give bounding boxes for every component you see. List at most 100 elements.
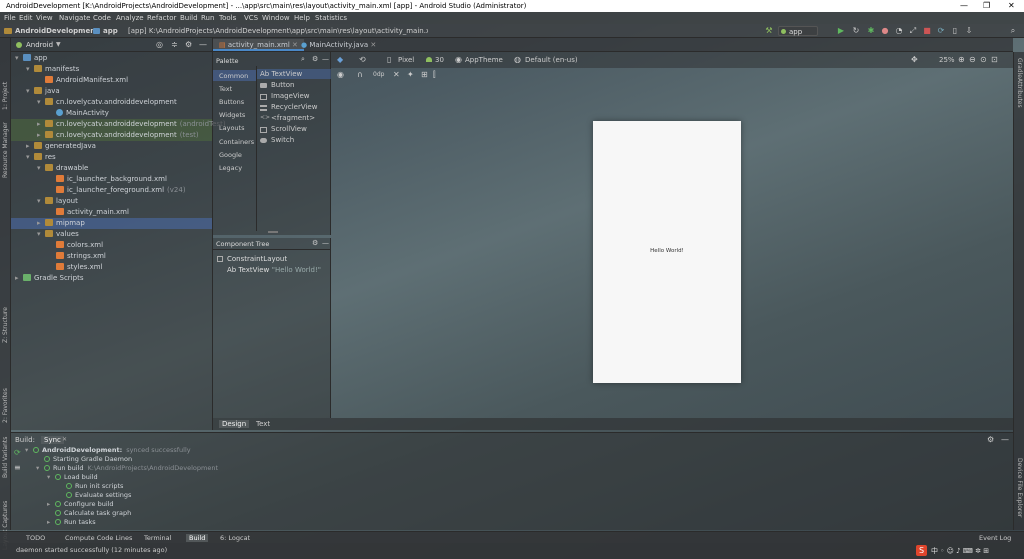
bottom-tab-todo[interactable]: TODO (26, 534, 45, 542)
menu-view[interactable]: View (36, 14, 53, 22)
hello-world-text[interactable]: Hello World! (593, 248, 741, 254)
phone-icon[interactable]: ▯ (387, 55, 391, 64)
tree-item[interactable]: styles.xml (11, 262, 212, 273)
tree-item[interactable]: ▸ generatedJava (11, 141, 212, 152)
menu-code[interactable]: Code (93, 14, 111, 22)
collapse-all-icon[interactable]: ≑ (171, 40, 178, 49)
build-row[interactable]: ▾ Load build (25, 473, 425, 482)
menu-navigate[interactable]: Navigate (59, 14, 90, 22)
menu-refactor[interactable]: Refactor (147, 14, 176, 22)
tree-item[interactable]: ▾ res (11, 152, 212, 163)
chevron-icon[interactable]: ▾ (36, 464, 44, 473)
tree-item[interactable]: ic_launcher_background.xml (11, 174, 212, 185)
chevron-icon[interactable]: ▾ (26, 86, 34, 97)
build-row[interactable]: Evaluate settings (25, 491, 425, 500)
breadcrumb-project[interactable]: AndroidDevelopment (15, 27, 99, 35)
chevron-icon[interactable]: ▾ (25, 446, 33, 455)
palette-category-google[interactable]: Google (219, 151, 242, 159)
tab-sync[interactable]: Sync (41, 436, 64, 444)
palette-item-button[interactable]: Button (271, 81, 294, 89)
orientation-icon[interactable]: ⟲ (359, 55, 366, 64)
gear-icon[interactable]: ⚙ (312, 55, 318, 63)
chevron-icon[interactable]: ▾ (37, 163, 45, 174)
search-icon[interactable]: ⌕ (301, 55, 305, 64)
chevron-icon[interactable]: ▾ (37, 196, 45, 207)
tree-item[interactable]: ▸ Gradle Scripts (11, 273, 212, 284)
eye-icon[interactable]: ◉ (337, 70, 344, 79)
chevron-icon[interactable]: ▾ (26, 64, 34, 75)
tray-icons[interactable]: 中 ◦ ☺ ♪ ⌨ ✲ ⊞ (931, 546, 989, 556)
tree-item[interactable]: ▾ values (11, 229, 212, 240)
input-method-icon[interactable]: S (916, 545, 927, 556)
stop-icon[interactable]: ■ (922, 26, 932, 36)
tree-item[interactable]: ▾ drawable (11, 163, 212, 174)
menu-vcs[interactable]: VCS (244, 14, 258, 22)
sdk-manager-icon[interactable]: ⇩ (964, 26, 974, 36)
chevron-icon[interactable]: ▾ (37, 97, 45, 108)
tree-item[interactable]: strings.xml (11, 251, 212, 262)
build-row[interactable]: Calculate task graph (25, 509, 425, 518)
side-tab-attributes[interactable]: Attributes (1016, 78, 1023, 108)
pan-icon[interactable]: ✥ (911, 55, 918, 64)
component-root[interactable]: ConstraintLayout (227, 255, 287, 263)
maximize-button[interactable]: ❐ (983, 1, 990, 10)
theme-select[interactable]: AppTheme (465, 56, 503, 64)
chevron-icon[interactable]: ▾ (37, 229, 45, 240)
chevron-icon[interactable]: ▸ (37, 218, 45, 229)
hide-icon[interactable]: — (1001, 435, 1009, 444)
side-tab-favorites[interactable]: 2: Favorites (2, 388, 9, 423)
side-tab-gradle[interactable]: Gradle (1016, 58, 1023, 78)
sync-icon[interactable]: ⟳ (936, 26, 946, 36)
side-tab-project[interactable]: 1: Project (2, 82, 9, 110)
tree-item[interactable]: ▾ cn.lovelycatv.androiddevelopment (11, 97, 212, 108)
palette-item-scrollview[interactable]: ScrollView (271, 125, 307, 133)
palette-category-buttons[interactable]: Buttons (219, 98, 244, 106)
hide-icon[interactable]: — (322, 239, 329, 247)
breadcrumb-path[interactable]: [app] K:\AndroidProjects\AndroidDevelopm… (128, 27, 428, 35)
tab-text[interactable]: Text (256, 420, 270, 428)
palette-item-imageview[interactable]: ImageView (271, 92, 310, 100)
bottom-tab-terminal[interactable]: Terminal (144, 534, 171, 542)
phone-preview[interactable]: Hello World! (593, 121, 741, 383)
menu-window[interactable]: Window (262, 14, 290, 22)
menu-build[interactable]: Build (180, 14, 198, 22)
menu-help[interactable]: Help (294, 14, 310, 22)
chevron-icon[interactable]: ▸ (37, 130, 45, 141)
palette-item-recyclerview[interactable]: RecyclerView (271, 103, 317, 111)
tree-item[interactable]: ▸ cn.lovelycatv.androiddevelopment (andro… (11, 119, 226, 130)
profile-icon[interactable]: ◔ (894, 26, 904, 36)
tree-item[interactable]: ic_launcher_foreground.xml (v24) (11, 185, 212, 196)
minimize-button[interactable]: — (960, 1, 968, 10)
attach-debugger-icon[interactable]: ⤢ (908, 26, 918, 36)
chevron-icon[interactable]: ▸ (15, 273, 23, 284)
chevron-icon[interactable]: ▾ (47, 473, 55, 482)
zoom-fit-icon[interactable]: ⊙ (980, 55, 987, 64)
menu-edit[interactable]: Edit (19, 14, 33, 22)
palette-item-fragment[interactable]: <fragment> (271, 114, 315, 122)
chevron-down-icon[interactable]: ▼ (56, 41, 61, 48)
build-row[interactable]: ▸ Configure build (25, 500, 425, 509)
palette-category-common[interactable]: Common (219, 72, 248, 80)
clear-constraints-icon[interactable]: ✕ (393, 70, 400, 79)
tree-item[interactable]: ▸ cn.lovelycatv.androiddevelopment (test) (11, 130, 212, 141)
tree-item[interactable]: ▾ app (11, 53, 212, 64)
infer-constraints-icon[interactable]: ✦ (407, 70, 414, 79)
palette-category-layouts[interactable]: Layouts (219, 124, 244, 132)
build-row[interactable]: ▾ AndroidDevelopment: synced successfully (25, 446, 425, 455)
gear-icon[interactable]: ⚙ (185, 40, 192, 49)
menu-file[interactable]: File (4, 14, 16, 22)
zoom-actual-icon[interactable]: ⊡ (991, 55, 998, 64)
locale-select[interactable]: Default (en-us) (525, 56, 578, 64)
guidelines-icon[interactable]: ⊞ (421, 70, 428, 79)
run-config-select[interactable]: app (778, 26, 818, 36)
zoom-out-icon[interactable]: ⊖ (969, 55, 976, 64)
hide-icon[interactable]: — (322, 55, 329, 63)
build-row[interactable]: ▸ Run tasks (25, 518, 425, 527)
chevron-icon[interactable]: ▸ (26, 141, 34, 152)
tree-item[interactable]: ▾ layout (11, 196, 212, 207)
close-icon[interactable]: ✕ (62, 436, 67, 443)
close-icon[interactable]: ✕ (368, 41, 376, 49)
tree-item[interactable]: ▾ manifests (11, 64, 212, 75)
tree-item[interactable]: colors.xml (11, 240, 212, 251)
api-level-select[interactable]: 30 (435, 56, 444, 64)
